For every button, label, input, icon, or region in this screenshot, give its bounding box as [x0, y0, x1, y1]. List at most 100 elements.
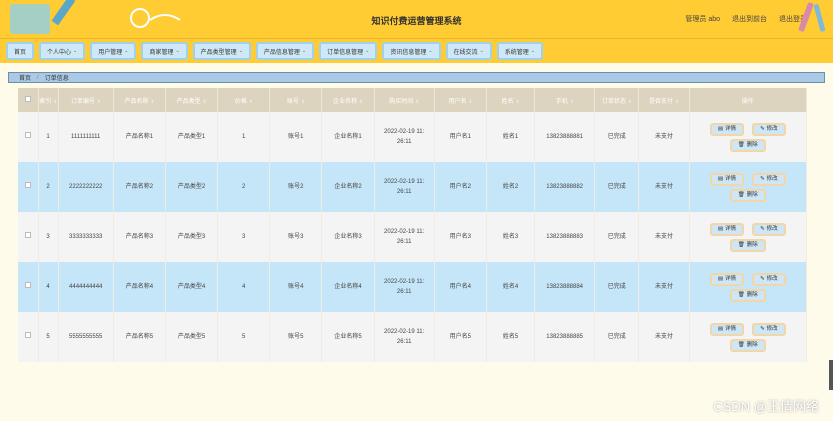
cell-phone: 13823888884 [534, 262, 596, 312]
cell-index: 3 [38, 212, 59, 262]
detail-button[interactable]: ▤ 详情 [709, 222, 745, 236]
delete-button[interactable]: 🗑 删除 [729, 188, 766, 202]
delete-button[interactable]: 🗑 删除 [729, 338, 766, 352]
chevron-down-icon: ⌄ [238, 48, 243, 54]
nav-item-6[interactable]: 订单信息管理 ⌄ [319, 42, 378, 60]
cell-product-type: 产品类型3 [165, 212, 219, 262]
trash-icon: 🗑 [737, 242, 745, 248]
edit-button[interactable]: ✎ 修改 [752, 322, 786, 336]
nav-item-8[interactable]: 在线交流 ⌄ [445, 42, 492, 60]
delete-button[interactable]: 🗑 删除 [729, 138, 766, 152]
cell-operations: ▤ 详情 ✎ 修改 🗑 删除 [689, 212, 808, 262]
chevron-down-icon: ⌄ [428, 48, 433, 54]
column-header-4[interactable]: 价格 ⇕ [217, 88, 271, 112]
column-header-label: 企业名称 [333, 98, 358, 105]
column-header-6[interactable]: 企业名称 ⇕ [321, 88, 375, 112]
edit-label: 修改 [766, 226, 778, 232]
delete-label: 删除 [746, 142, 758, 148]
cell-phone: 13823888882 [534, 162, 596, 212]
cell-product-name: 产品名称3 [113, 212, 166, 262]
cell-product-name: 产品名称5 [113, 312, 166, 362]
sort-icon: ⇕ [675, 98, 679, 104]
row-checkbox[interactable] [24, 232, 31, 238]
row-checkbox[interactable] [24, 182, 31, 188]
column-header-12[interactable]: 是否支付 ⇕ [638, 88, 690, 112]
chevron-down-icon: ⌄ [530, 48, 535, 54]
cell-order-no: 4444444444 [58, 262, 114, 312]
column-header-9[interactable]: 姓名 ⇕ [486, 88, 536, 112]
delete-button[interactable]: 🗑 删除 [729, 238, 766, 252]
table-row: 2 2222222222 产品名称2 产品类型2 2 账号2 企业名称2 2022-02-19… [18, 162, 808, 212]
detail-button[interactable]: ▤ 详情 [709, 172, 745, 186]
column-header-11[interactable]: 订单状态 ⇕ [594, 88, 640, 112]
row-checkbox[interactable] [24, 132, 31, 138]
nav-item-label: 商家管理 [149, 49, 174, 56]
nav-item-9[interactable]: 系统管理 ⌄ [496, 42, 543, 60]
cell-status: 已完成 [594, 212, 640, 262]
edit-button[interactable]: ✎ 修改 [752, 272, 786, 286]
cell-time: 2022-02-19 11:26:11 [374, 112, 435, 162]
nav-item-3[interactable]: 商家管理 ⌄ [141, 42, 188, 60]
cell-order-no: 3333333333 [58, 212, 114, 262]
nav-item-7[interactable]: 资讯信息管理 ⌄ [382, 42, 441, 60]
cell-account: 账号2 [269, 162, 323, 212]
cell-index: 2 [38, 162, 59, 212]
detail-button[interactable]: ▤ 详情 [709, 122, 745, 136]
table-header-row: 索引 ⇕ 订单编号 ⇕ 产品名称 ⇕ 产品类型 ⇕ 价格 ⇕ 账号 ⇕ 企业名称 ⇕ 购买时间 ⇕ 用户名 ⇕ 姓名… [18, 88, 808, 112]
cell-paid: 未支付 [638, 162, 690, 212]
nav-item-4[interactable]: 产品类型管理 ⌄ [192, 42, 251, 60]
document-icon: ▤ [717, 326, 724, 332]
column-header-label: 账号 [286, 98, 299, 105]
edit-icon: ✎ [760, 126, 765, 132]
column-header-3[interactable]: 产品类型 ⇕ [165, 88, 219, 112]
nav-item-0[interactable]: 首页 [6, 42, 35, 60]
row-checkbox[interactable] [24, 332, 31, 338]
table-row: 3 3333333333 产品名称3 产品类型3 3 账号3 企业名称3 2022-02-19… [18, 212, 808, 262]
back-to-frontend-link[interactable]: 退出到前台 [732, 14, 767, 24]
column-header-label: 订单编号 [70, 98, 95, 105]
sort-icon: ⇕ [53, 98, 57, 104]
cell-price: 5 [217, 312, 271, 362]
detail-button[interactable]: ▤ 详情 [709, 322, 745, 336]
cell-status: 已完成 [594, 312, 640, 362]
scrollbar-thumb[interactable] [829, 360, 833, 390]
column-header-10[interactable]: 手机 ⇕ [534, 88, 596, 112]
select-all-cell [18, 88, 39, 112]
cell-product-name: 产品名称1 [113, 112, 166, 162]
column-header-1[interactable]: 订单编号 ⇕ [58, 88, 114, 112]
nav-item-2[interactable]: 用户管理 ⌄ [90, 42, 137, 60]
select-all-checkbox[interactable] [24, 96, 31, 102]
cell-paid: 未支付 [638, 212, 690, 262]
trash-icon: 🗑 [737, 292, 745, 298]
edit-button[interactable]: ✎ 修改 [752, 222, 786, 236]
top-header: 知识付费运营管理系统 管理员 abo 退出到前台 退出登录 [0, 0, 833, 38]
breadcrumb-home[interactable]: 首页 [19, 73, 31, 82]
delete-label: 删除 [746, 192, 758, 198]
edit-icon: ✎ [760, 276, 765, 282]
column-header-2[interactable]: 产品名称 ⇕ [113, 88, 166, 112]
cell-company: 企业名称2 [321, 162, 375, 212]
row-checkbox[interactable] [24, 282, 31, 288]
nav-item-1[interactable]: 个人中心 ⌄ [39, 42, 86, 60]
cell-product-type: 产品类型2 [165, 162, 219, 212]
column-header-8[interactable]: 用户名 ⇕ [434, 88, 487, 112]
detail-button[interactable]: ▤ 详情 [709, 272, 745, 286]
cell-time: 2022-02-19 11:26:11 [374, 312, 435, 362]
cell-phone: 13823888881 [534, 112, 596, 162]
edit-button[interactable]: ✎ 修改 [752, 122, 786, 136]
column-header-7[interactable]: 购买时间 ⇕ [374, 88, 435, 112]
delete-button[interactable]: 🗑 删除 [729, 288, 766, 302]
row-actions: ▤ 详情 ✎ 修改 🗑 删除 [690, 172, 806, 202]
cell-order-no: 1111111111 [58, 112, 114, 162]
column-header-0[interactable]: 索引 ⇕ [38, 88, 59, 112]
cell-username: 用户名1 [434, 112, 487, 162]
nav-item-5[interactable]: 产品信息管理 ⌄ [255, 42, 315, 60]
chevron-down-icon: ⌄ [301, 48, 307, 54]
chevron-down-icon: ⌄ [365, 48, 370, 54]
row-actions: ▤ 详情 ✎ 修改 🗑 删除 [690, 222, 806, 252]
edit-button[interactable]: ✎ 修改 [752, 172, 786, 186]
cell-name: 姓名4 [486, 262, 536, 312]
column-header-5[interactable]: 账号 ⇕ [269, 88, 323, 112]
sort-icon: ⇕ [202, 98, 207, 104]
orders-table: 索引 ⇕ 订单编号 ⇕ 产品名称 ⇕ 产品类型 ⇕ 价格 ⇕ 账号 ⇕ 企业名称 ⇕ 购买时间 ⇕ 用户名 ⇕ 姓名… [18, 88, 808, 362]
